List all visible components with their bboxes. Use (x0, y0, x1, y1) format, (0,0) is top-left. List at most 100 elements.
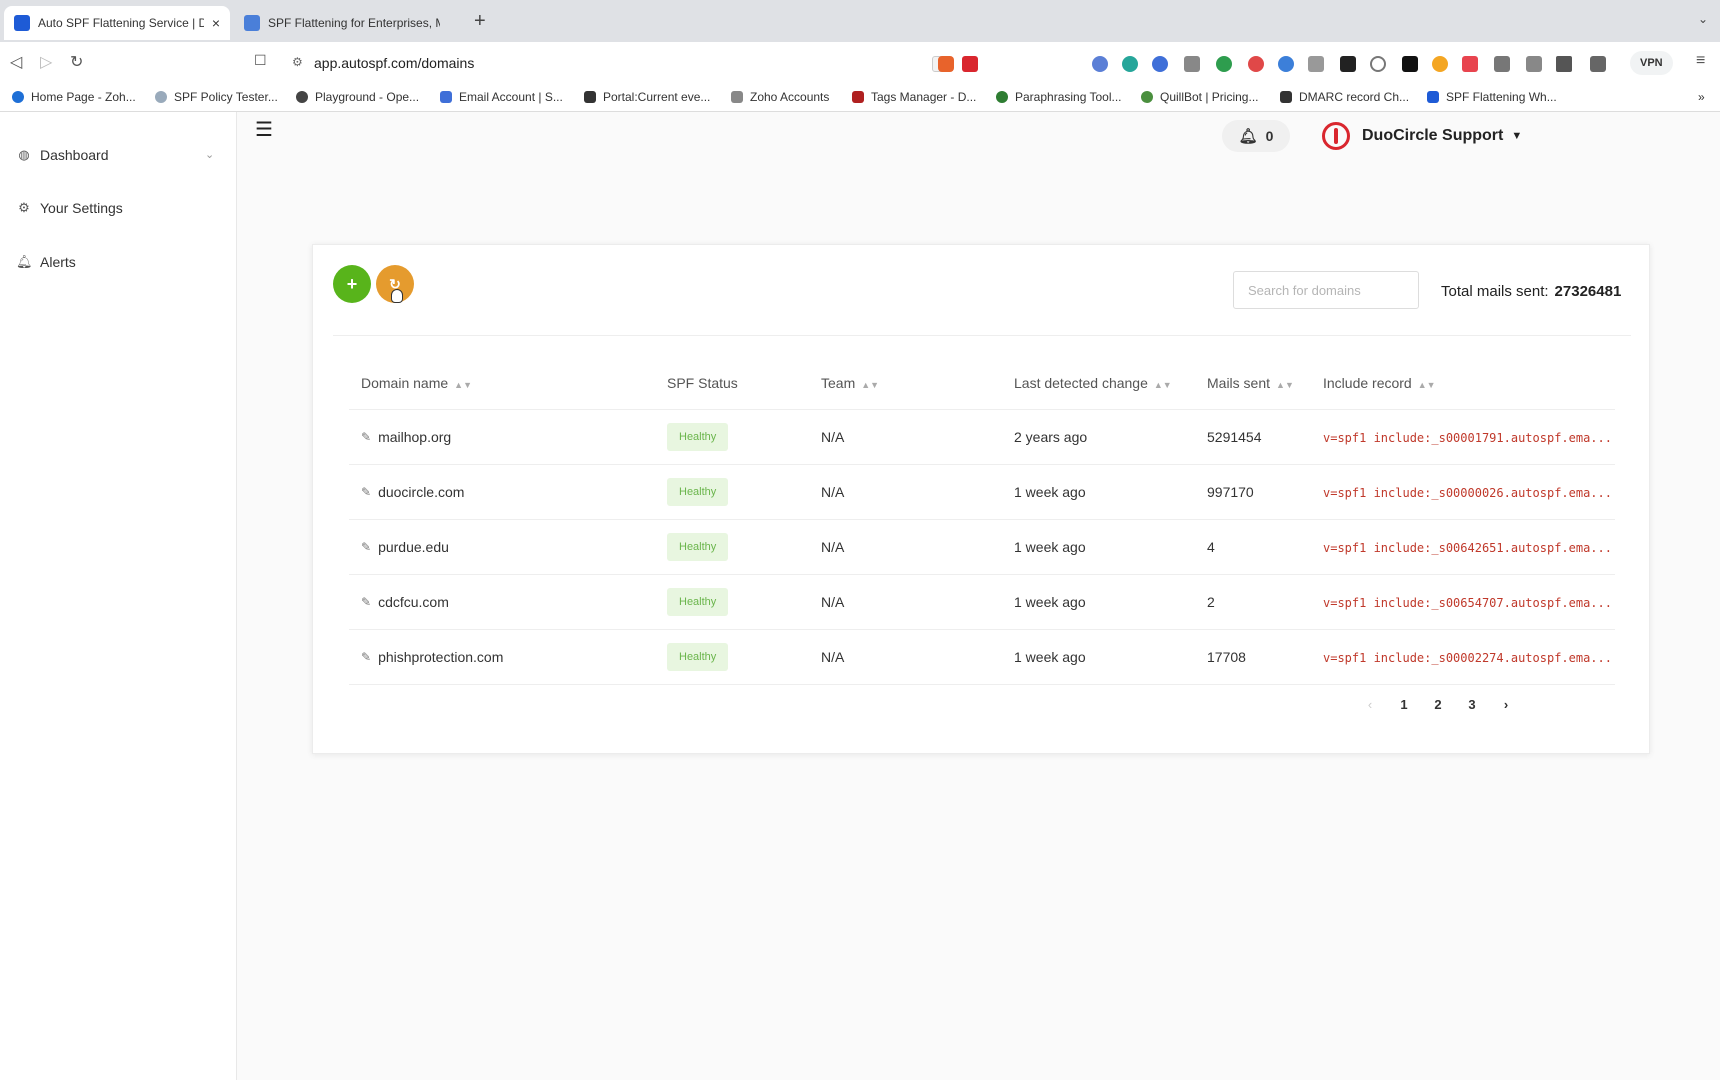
bookmark-item[interactable]: Paraphrasing Tool... (996, 90, 1122, 104)
extension-7-icon[interactable] (1278, 56, 1294, 72)
include-record[interactable]: v=spf1 include:_s00654707.autospf.ema... (1323, 596, 1612, 610)
bookmarks-overflow-icon[interactable]: » (1698, 90, 1705, 104)
extension-11-icon[interactable] (1402, 56, 1418, 72)
edit-icon[interactable]: ✎ (361, 430, 371, 444)
next-page-icon[interactable]: › (1489, 697, 1523, 712)
edit-icon[interactable]: ✎ (361, 540, 371, 554)
edit-icon[interactable]: ✎ (361, 595, 371, 609)
extension-6-icon[interactable] (1248, 56, 1264, 72)
edit-icon[interactable]: ✎ (361, 650, 371, 664)
table-row[interactable]: ✎ cdcfcu.com Healthy N/A 1 week ago 2 v=s… (349, 574, 1615, 630)
bookmark-item[interactable]: Portal:Current eve... (584, 90, 710, 104)
mails-sent-cell: 2 (1195, 574, 1311, 630)
extension-4-icon[interactable] (1184, 56, 1200, 72)
puzzle-extensions-icon[interactable] (1494, 56, 1510, 72)
bookmark-item[interactable]: Zoho Accounts (731, 90, 829, 104)
status-badge: Healthy (667, 477, 729, 506)
wallet-icon[interactable] (1590, 56, 1606, 72)
bookmark-item[interactable]: Playground - Ope... (296, 90, 419, 104)
back-icon[interactable]: ◁ (10, 52, 22, 72)
include-record[interactable]: v=spf1 include:_s00642651.autospf.ema... (1323, 541, 1612, 555)
sort-icon[interactable]: ▲▼ (1154, 380, 1172, 390)
domain-name[interactable]: mailhop.org (378, 429, 451, 445)
extension-2-icon[interactable] (1122, 56, 1138, 72)
sort-icon[interactable]: ▲▼ (1418, 380, 1436, 390)
url-text: app.autospf.com/domains (314, 55, 475, 71)
sidebar-item-alerts[interactable]: 🔔︎ Alerts (16, 254, 76, 270)
mails-sent-cell: 17708 (1195, 629, 1311, 685)
brave-shield-icon[interactable] (938, 56, 954, 72)
table-row[interactable]: ✎ purdue.edu Healthy N/A 1 week ago 4 v=s… (349, 519, 1615, 575)
include-record[interactable]: v=spf1 include:_s00001791.autospf.ema... (1323, 431, 1612, 445)
forward-icon[interactable]: ▷ (40, 52, 52, 72)
table-row[interactable]: ✎ mailhop.org Healthy N/A 2 years ago 529… (349, 409, 1615, 465)
sort-icon[interactable]: ▲▼ (861, 380, 879, 390)
table-row[interactable]: ✎ phishprotection.com Healthy N/A 1 week … (349, 629, 1615, 685)
site-info-icon[interactable]: ⚙ (292, 55, 303, 69)
new-tab-button[interactable]: + (474, 10, 486, 33)
add-domain-button[interactable]: + (333, 265, 371, 303)
user-menu[interactable]: DuoCircle Support ▼ (1322, 122, 1522, 150)
column-header-include-record[interactable]: Include record ▲▼ (1311, 357, 1615, 410)
bookmark-item[interactable]: QuillBot | Pricing... (1141, 90, 1258, 104)
reload-icon[interactable]: ↻ (70, 52, 83, 72)
column-header-mails-sent[interactable]: Mails sent ▲▼ (1195, 357, 1311, 410)
team-cell: N/A (809, 519, 1002, 575)
download-icon[interactable] (1526, 56, 1542, 72)
chevron-down-icon[interactable]: ⌄ (205, 148, 214, 161)
page-3-button[interactable]: 3 (1455, 697, 1489, 712)
extension-5-icon[interactable] (1216, 56, 1232, 72)
notifications-button[interactable]: 🔔︎ 0 (1222, 120, 1290, 152)
tab-search-chevron-icon[interactable]: ⌄ (1698, 12, 1708, 26)
bookmark-item[interactable]: Home Page - Zoh... (12, 90, 136, 104)
browser-tab-bar: Auto SPF Flattening Service | D × SPF Fl… (0, 0, 1720, 42)
browser-tab-active[interactable]: Auto SPF Flattening Service | D × (4, 6, 230, 40)
bookmark-icon[interactable]: ☐ (254, 52, 267, 69)
column-header-domain[interactable]: Domain name ▲▼ (349, 357, 655, 410)
bookmark-item[interactable]: Tags Manager - D... (852, 90, 976, 104)
domain-name[interactable]: duocircle.com (378, 484, 464, 500)
extension-10-icon[interactable] (1370, 56, 1386, 72)
sidebar-item-settings[interactable]: ⚙ Your Settings (16, 200, 123, 216)
bookmark-item[interactable]: DMARC record Ch... (1280, 90, 1409, 104)
prev-page-icon[interactable]: ‹ (1353, 697, 1387, 712)
star-extension-icon[interactable] (1432, 56, 1448, 72)
table-row[interactable]: ✎ duocircle.com Healthy N/A 1 week ago 99… (349, 464, 1615, 520)
column-header-last-change[interactable]: Last detected change ▲▼ (1002, 357, 1195, 410)
search-input[interactable] (1233, 271, 1419, 309)
bookmarks-bar: Home Page - Zoh... SPF Policy Tester... … (0, 84, 1720, 112)
team-cell: N/A (809, 464, 1002, 520)
page-2-button[interactable]: 2 (1421, 697, 1455, 712)
extension-8-icon[interactable] (1308, 56, 1324, 72)
domain-name[interactable]: purdue.edu (378, 539, 449, 555)
bookmark-item[interactable]: SPF Policy Tester... (155, 90, 278, 104)
column-header-team[interactable]: Team ▲▼ (809, 357, 1002, 410)
sort-icon[interactable]: ▲▼ (454, 380, 472, 390)
close-tab-icon[interactable]: × (212, 15, 220, 31)
browser-tab-inactive[interactable]: SPF Flattening for Enterprises, MSP (234, 6, 460, 40)
page-1-button[interactable]: 1 (1387, 697, 1421, 712)
extension-9-icon[interactable] (1340, 56, 1356, 72)
extension-3-icon[interactable] (1152, 56, 1168, 72)
menu-toggle-icon[interactable]: ☰ (255, 117, 273, 142)
sort-icon[interactable]: ▲▼ (1276, 380, 1294, 390)
vpn-button[interactable]: VPN (1630, 51, 1673, 75)
total-mails-sent: Total mails sent: 27326481 (1441, 283, 1621, 300)
domain-name[interactable]: cdcfcu.com (378, 594, 449, 610)
brave-rewards-icon[interactable] (962, 56, 978, 72)
url-bar[interactable]: ⚙ app.autospf.com/domains (280, 48, 920, 78)
sidebar-toggle-icon[interactable] (1556, 56, 1572, 72)
domain-name[interactable]: phishprotection.com (378, 649, 503, 665)
dashboard-icon: ◍ (18, 147, 30, 162)
include-record[interactable]: v=spf1 include:_s00002274.autospf.ema... (1323, 651, 1612, 665)
extension-1-icon[interactable] (1092, 56, 1108, 72)
bookmark-item[interactable]: SPF Flattening Wh... (1427, 90, 1557, 104)
email-account-icon (440, 91, 452, 103)
sidebar-item-dashboard[interactable]: ◍ Dashboard (16, 147, 108, 163)
browser-menu-icon[interactable]: ≡ (1696, 52, 1705, 70)
edit-icon[interactable]: ✎ (361, 485, 371, 499)
bookmark-item[interactable]: Email Account | S... (440, 90, 563, 104)
extension-13-icon[interactable] (1462, 56, 1478, 72)
include-record[interactable]: v=spf1 include:_s00000026.autospf.ema... (1323, 486, 1612, 500)
last-change-cell: 2 years ago (1002, 409, 1195, 465)
